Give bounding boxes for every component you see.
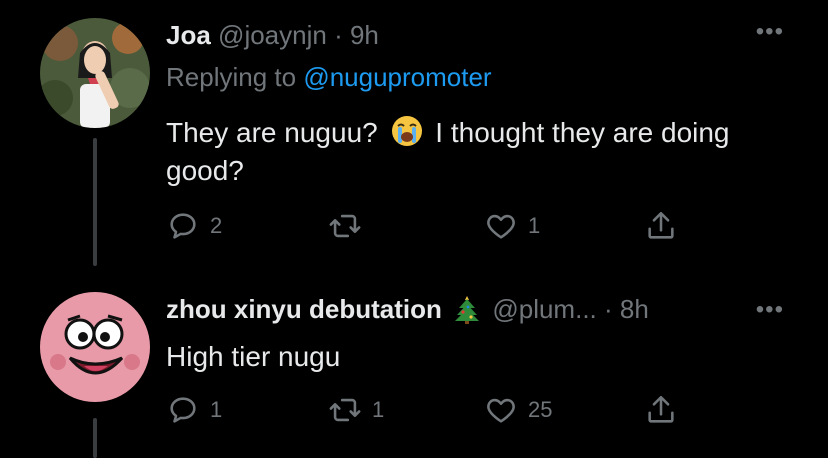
tweet-header: zhou xinyu debutation @plum... · 8h xyxy=(166,292,768,326)
handle[interactable]: @joaynjn xyxy=(218,20,327,50)
reply-button[interactable]: 1 xyxy=(166,392,222,428)
like-count: 1 xyxy=(528,213,541,238)
reply-icon xyxy=(170,213,196,239)
timestamp[interactable]: · 9h xyxy=(334,20,379,50)
replying-to: Replying to @nugupromoter xyxy=(166,60,492,94)
display-name[interactable]: zhou xinyu debutation xyxy=(166,294,442,324)
like-count: 25 xyxy=(528,397,553,422)
tweet-actions: 1 1 25 xyxy=(166,392,726,428)
reply-count: 2 xyxy=(210,213,223,238)
retweet-button[interactable] xyxy=(328,208,372,244)
tweet-text: High tier nugu xyxy=(166,341,341,372)
tweet[interactable]: zhou xinyu debutation @plum... · 8h ••• … xyxy=(0,270,828,458)
avatar-photo xyxy=(40,292,150,402)
thread-line xyxy=(93,138,97,266)
tweet[interactable]: Joa @joaynjn · 9h ••• Replying to @nugup… xyxy=(0,0,828,270)
heart-icon xyxy=(487,214,515,239)
tweet-text-part1: They are nuguu? xyxy=(166,117,378,148)
share-icon xyxy=(648,211,674,239)
avatar[interactable] xyxy=(40,292,150,402)
tweet-header: Joa @joaynjn · 9h xyxy=(166,18,768,52)
handle[interactable]: @plum... xyxy=(492,294,596,324)
reply-icon xyxy=(170,397,196,423)
like-button[interactable]: 1 xyxy=(484,208,540,244)
replying-to-label: Replying to xyxy=(166,62,304,92)
thread-line xyxy=(93,418,97,458)
tweet-actions: 2 1 xyxy=(166,208,726,244)
avatar[interactable] xyxy=(40,18,150,128)
display-name[interactable]: Joa xyxy=(166,20,211,50)
avatar-photo xyxy=(40,18,150,128)
share-button[interactable] xyxy=(644,392,678,428)
timestamp[interactable]: · 8h xyxy=(604,294,649,324)
retweet-icon xyxy=(329,398,361,422)
christmas-tree-icon xyxy=(455,296,480,324)
retweet-button[interactable]: 1 xyxy=(328,392,384,428)
more-options-icon[interactable]: ••• xyxy=(756,20,784,44)
retweet-icon xyxy=(329,214,361,238)
reply-count: 1 xyxy=(210,397,223,422)
replying-to-handle[interactable]: @nugupromoter xyxy=(303,62,491,92)
share-icon xyxy=(648,395,674,423)
retweet-count: 1 xyxy=(372,397,385,422)
tweet-text: They are nuguu? I thought they are doing… xyxy=(166,114,766,190)
loudly-crying-face-icon xyxy=(391,116,422,146)
like-button[interactable]: 25 xyxy=(484,392,552,428)
heart-icon xyxy=(487,398,515,423)
more-options-icon[interactable]: ••• xyxy=(756,298,784,322)
share-button[interactable] xyxy=(644,208,678,244)
reply-button[interactable]: 2 xyxy=(166,208,222,244)
